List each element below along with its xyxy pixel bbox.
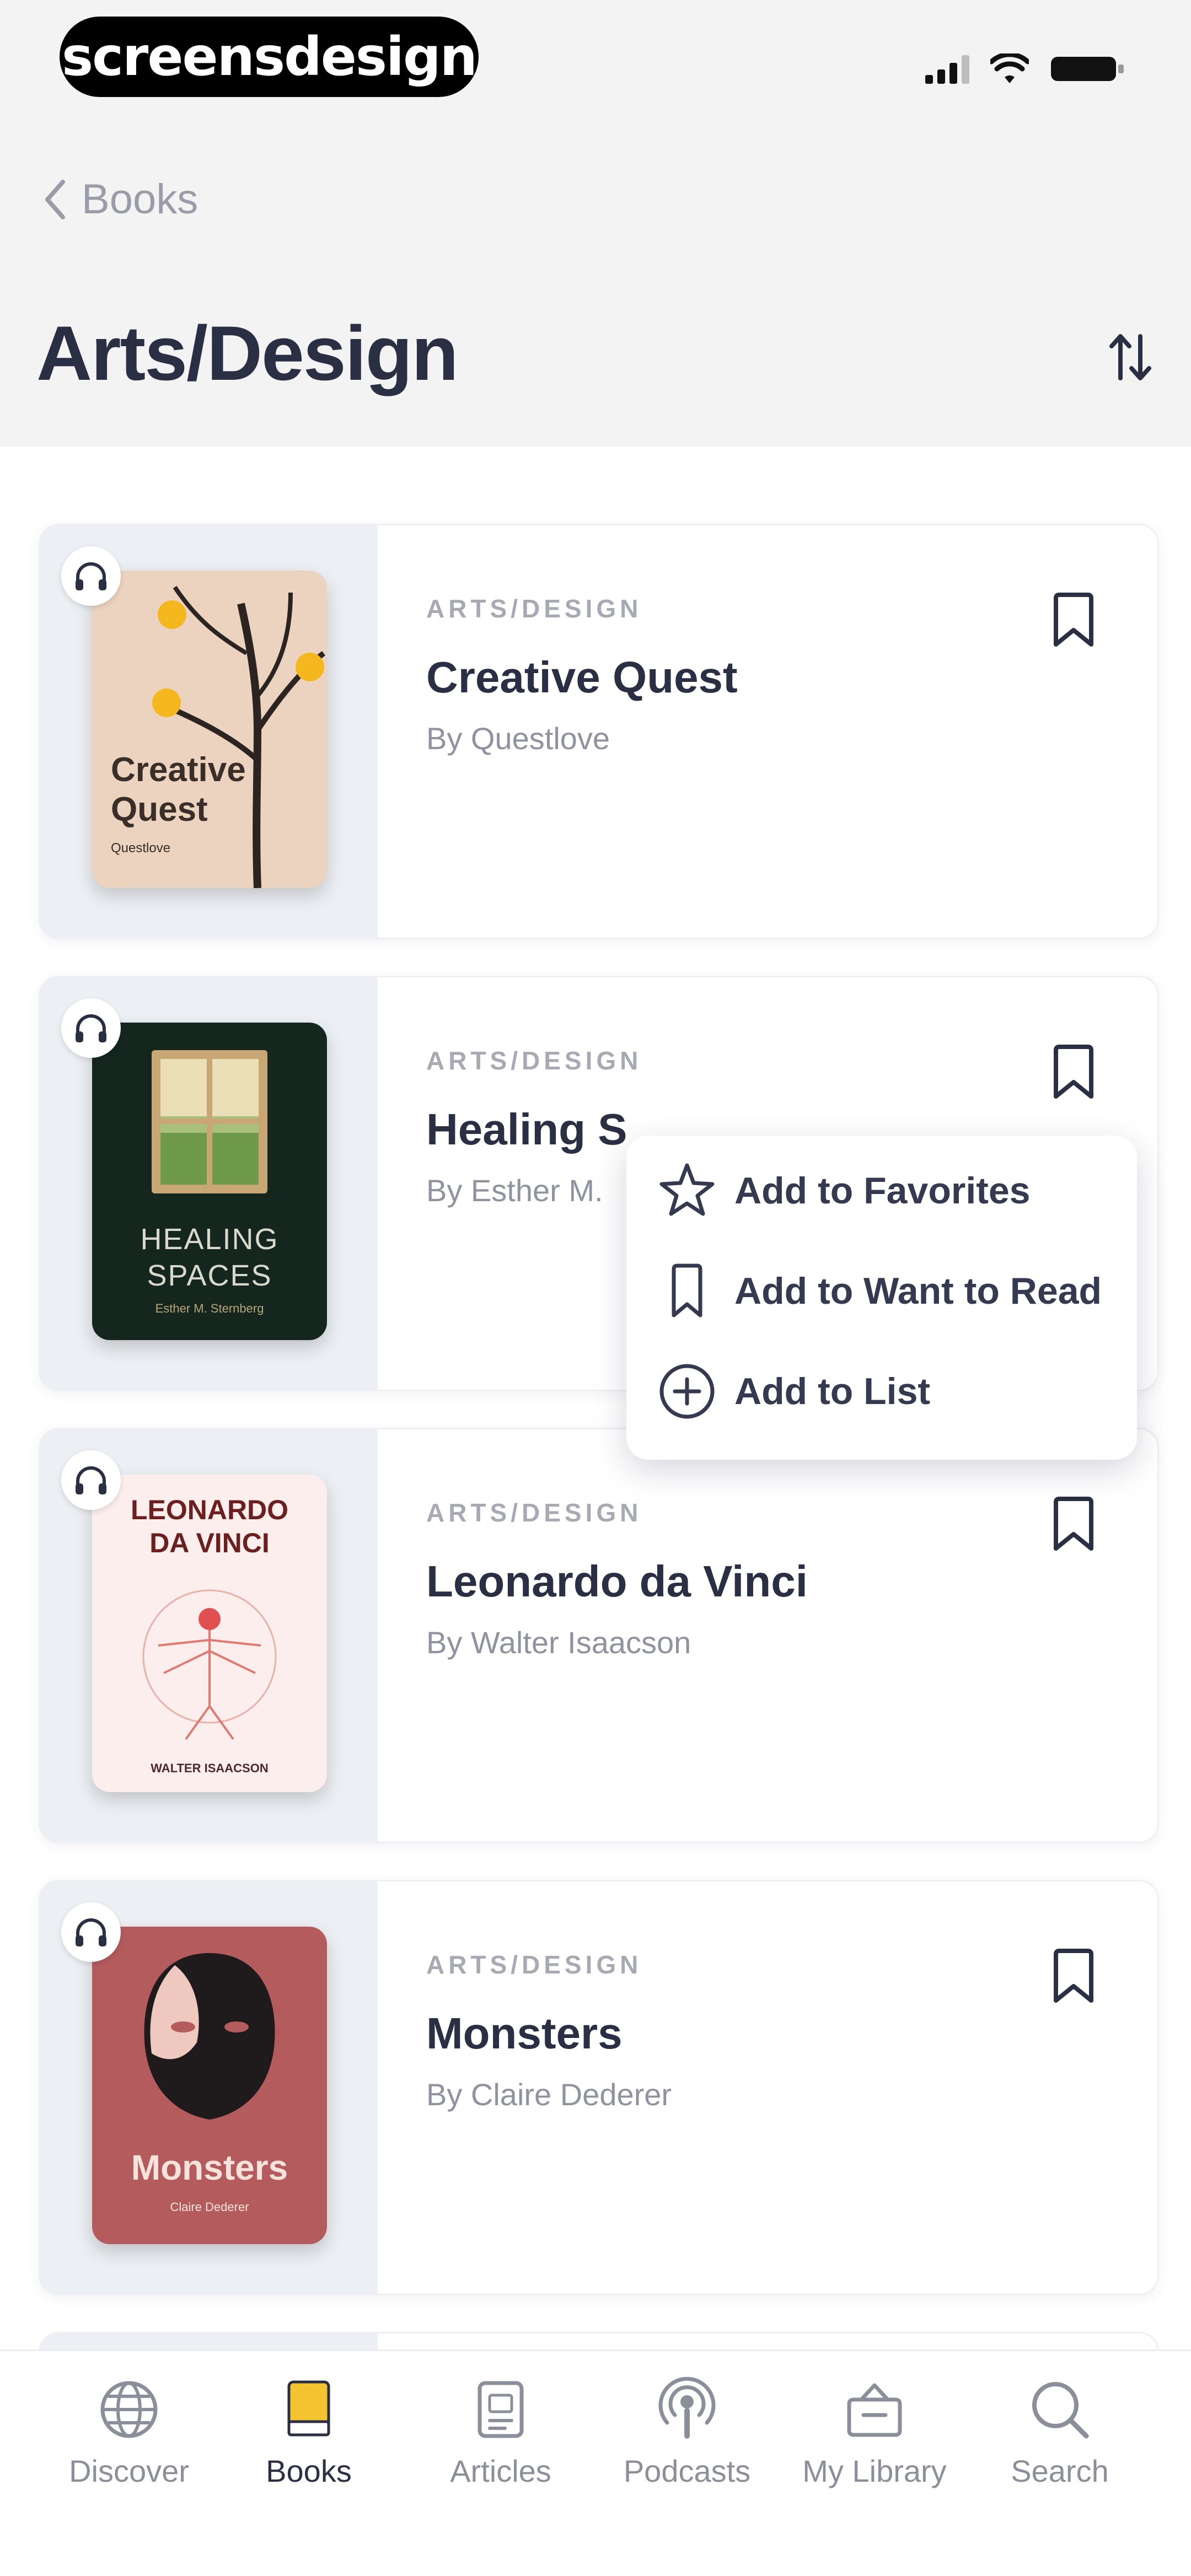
book-author: By Walter Isaacson <box>426 1625 691 1660</box>
back-label: Books <box>82 176 198 223</box>
signal-icon <box>925 54 969 84</box>
tab-label: Books <box>266 2454 352 2488</box>
cover-title-line2: Quest <box>111 790 208 829</box>
menu-item-add-to-list[interactable]: Add to List <box>657 1362 930 1421</box>
audio-badge <box>61 546 121 606</box>
cover-title-line2: SPACES <box>147 1259 272 1292</box>
tab-discover[interactable]: Discover <box>46 2376 212 2489</box>
audio-badge <box>61 998 121 1058</box>
book-card[interactable]: LEONARDO DA VINCI WALTER ISAACSON ARTS/D… <box>39 1428 1159 1843</box>
tab-podcasts[interactable]: Podcasts <box>604 2376 770 2489</box>
book-cover[interactable]: Creative Quest Questlove <box>92 571 327 888</box>
cover-title-line1: HEALING <box>140 1223 279 1256</box>
tab-articles[interactable]: Articles <box>418 2376 583 2489</box>
brand-pill: screensdesign <box>60 17 479 97</box>
cover-author: Claire Dederer <box>170 2200 249 2214</box>
audio-badge <box>61 1902 121 1962</box>
cover-author: Questlove <box>111 841 171 856</box>
book-category: ARTS/DESIGN <box>426 1498 642 1527</box>
search-icon <box>1032 2382 1089 2439</box>
tab-label: Articles <box>450 2454 551 2488</box>
bookmark-icon <box>672 1263 702 1317</box>
plus-circle-icon <box>659 1364 715 1419</box>
menu-item-label: Add to Favorites <box>734 1170 1031 1212</box>
status-bar-icons <box>925 44 1125 94</box>
cover-author: WALTER ISAACSON <box>151 1761 269 1775</box>
battery-icon <box>1051 57 1124 81</box>
chevron-left-icon <box>45 179 65 219</box>
book-category: ARTS/DESIGN <box>426 1046 642 1075</box>
book-options-menu: Add to Favorites Add to Want to Read Add… <box>626 1136 1137 1460</box>
tab-books[interactable]: Books <box>226 2376 391 2489</box>
tab-search[interactable]: Search <box>977 2376 1142 2489</box>
headphones-icon <box>76 562 106 590</box>
book-category: ARTS/DESIGN <box>426 1950 642 1979</box>
library-icon <box>847 2383 902 2437</box>
cover-author: Esther M. Sternberg <box>155 1302 264 1315</box>
article-icon <box>478 2381 524 2438</box>
book-cover[interactable]: Monsters Claire Dederer <box>92 1927 327 2244</box>
book-category: ARTS/DESIGN <box>426 594 642 623</box>
book-cover[interactable]: LEONARDO DA VINCI WALTER ISAACSON <box>92 1475 327 1792</box>
bookmark-icon[interactable] <box>1050 1496 1097 1553</box>
menu-item-label: Add to List <box>734 1370 931 1412</box>
book-title[interactable]: Healing S <box>426 1104 627 1155</box>
bookmark-icon[interactable] <box>1050 1044 1097 1101</box>
sort-icon[interactable] <box>1108 331 1152 384</box>
book-icon <box>287 2380 330 2437</box>
book-author: By Claire Dederer <box>426 2077 672 2112</box>
globe-icon <box>100 2381 158 2438</box>
book-title[interactable]: Monsters <box>426 2008 623 2059</box>
book-cover[interactable]: HEALING SPACES Esther M. Sternberg <box>92 1023 327 1340</box>
headphones-icon <box>76 1918 106 1946</box>
book-title[interactable]: Leonardo da Vinci <box>426 1556 808 1607</box>
vitruvian-illustration <box>142 1589 277 1740</box>
headphones-icon <box>76 1466 106 1494</box>
book-card[interactable]: Monsters Claire Dederer ARTS/DESIGN Mons… <box>39 1880 1159 2295</box>
menu-item-label: Add to Want to Read <box>734 1270 1102 1312</box>
tab-label: Discover <box>69 2454 189 2488</box>
page-title: Arts/Design <box>36 310 459 396</box>
book-title[interactable]: Creative Quest <box>426 652 738 703</box>
tab-bar: Discover Books Articles Podcasts My Libr… <box>0 2349 1191 2576</box>
menu-item-favorites[interactable]: Add to Favorites <box>657 1161 1031 1220</box>
bookmark-icon[interactable] <box>1050 1948 1097 2005</box>
book-author: By Esther M. <box>426 1173 603 1208</box>
menu-item-want-to-read[interactable]: Add to Want to Read <box>657 1261 1102 1321</box>
tab-my-library[interactable]: My Library <box>792 2376 957 2489</box>
book-author: By Questlove <box>426 721 610 756</box>
tab-label: Podcasts <box>623 2454 751 2488</box>
mask-illustration <box>144 1953 275 2120</box>
headphones-icon <box>76 1014 106 1042</box>
star-icon <box>659 1163 715 1216</box>
tab-label: Search <box>1011 2454 1109 2488</box>
bookmark-icon[interactable] <box>1050 591 1097 649</box>
back-button[interactable]: Books <box>43 175 198 223</box>
tab-label: My Library <box>802 2454 947 2488</box>
podcast-icon <box>658 2376 716 2439</box>
audio-badge <box>61 1450 121 1510</box>
book-card[interactable]: Creative Quest Questlove ARTS/DESIGN Cre… <box>39 524 1159 939</box>
cover-title-line1: Creative <box>111 751 246 789</box>
brand-label: screensdesign <box>61 26 478 88</box>
cover-title-line1: Monsters <box>131 2148 288 2187</box>
wifi-icon <box>990 53 1029 83</box>
